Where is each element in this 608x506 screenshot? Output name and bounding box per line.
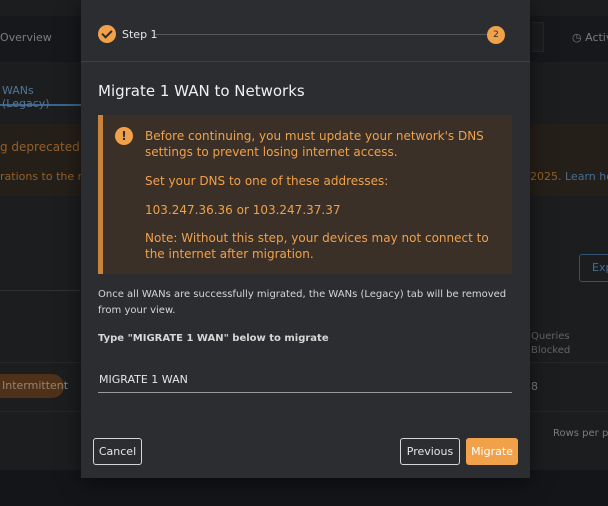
stepper: Step 1 2: [81, 0, 530, 62]
migrate-dialog: Step 1 2 Migrate 1 WAN to Networks ! Bef…: [81, 0, 530, 478]
migrate-button[interactable]: Migrate: [466, 438, 518, 465]
confirm-text-input[interactable]: MIGRATE 1 WAN: [98, 366, 512, 393]
step-2-indicator: 2: [487, 26, 505, 44]
stepper-connector: [155, 34, 488, 35]
migration-info-text: Once all WANs are successfully migrated,…: [98, 289, 507, 316]
alert-paragraph-note: Note: Without this step, your devices ma…: [145, 231, 489, 261]
warning-icon: !: [115, 127, 133, 145]
alert-paragraph-dns: Before continuing, you must update your …: [145, 129, 484, 159]
step-1-label: Step 1: [122, 28, 158, 41]
check-icon: [98, 25, 116, 43]
alert-paragraph-set-dns: Set your DNS to one of these addresses:: [145, 174, 389, 188]
cancel-button[interactable]: Cancel: [93, 438, 142, 465]
alert-dns-addresses: 103.247.36.36 or 103.247.37.37: [145, 203, 341, 217]
dns-warning-alert: ! Before continuing, you must update you…: [98, 115, 512, 274]
previous-button[interactable]: Previous: [400, 438, 460, 465]
confirm-instruction: Type "MIGRATE 1 WAN" below to migrate: [98, 333, 329, 344]
dialog-title: Migrate 1 WAN to Networks: [98, 82, 305, 100]
